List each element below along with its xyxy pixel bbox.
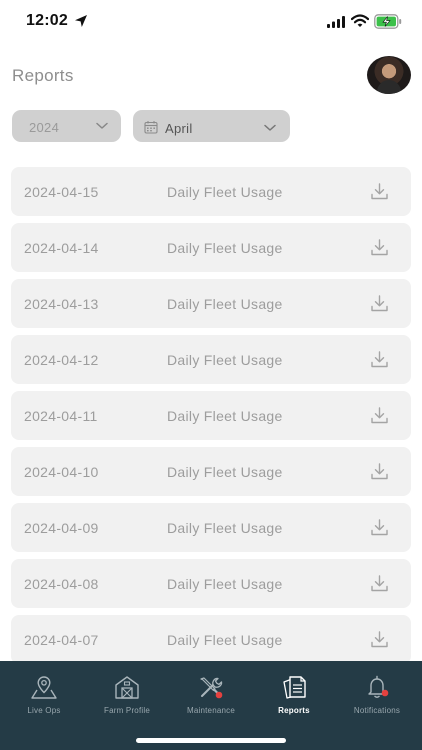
documents-icon <box>283 676 306 699</box>
report-row[interactable]: 2024-04-15 Daily Fleet Usage <box>11 167 411 216</box>
location-arrow-icon <box>75 15 87 27</box>
bell-icon <box>368 675 389 698</box>
report-name: Daily Fleet Usage <box>167 184 283 200</box>
report-row[interactable]: 2024-04-14 Daily Fleet Usage <box>11 223 411 272</box>
nav-label: Notifications <box>353 706 401 715</box>
download-icon[interactable] <box>370 630 389 649</box>
report-date: 2024-04-15 <box>24 184 99 200</box>
report-date: 2024-04-08 <box>24 576 99 592</box>
report-list[interactable]: 2024-04-15 Daily Fleet Usage 2024-04-14 … <box>11 167 411 661</box>
report-name: Daily Fleet Usage <box>167 408 283 424</box>
report-name: Daily Fleet Usage <box>167 464 283 480</box>
map-pin-icon <box>31 676 57 699</box>
calendar-icon <box>144 121 158 134</box>
download-icon[interactable] <box>370 574 389 593</box>
report-row[interactable]: 2024-04-12 Daily Fleet Usage <box>11 335 411 384</box>
report-name: Daily Fleet Usage <box>167 296 283 312</box>
month-select[interactable]: April <box>133 110 290 142</box>
report-date: 2024-04-07 <box>24 632 99 648</box>
wifi-icon <box>351 14 369 27</box>
report-name: Daily Fleet Usage <box>167 520 283 536</box>
cellular-signal-icon <box>327 16 345 28</box>
report-row[interactable]: 2024-04-09 Daily Fleet Usage <box>11 503 411 552</box>
report-date: 2024-04-13 <box>24 296 99 312</box>
nav-item-farm-profile[interactable]: Farm Profile <box>85 674 169 724</box>
report-date: 2024-04-09 <box>24 520 99 536</box>
status-bar: 12:02 <box>0 0 422 44</box>
avatar[interactable] <box>367 56 411 94</box>
nav-label: Farm Profile <box>104 706 150 715</box>
year-select-value: 2024 <box>29 120 60 135</box>
report-name: Daily Fleet Usage <box>167 632 283 648</box>
report-name: Daily Fleet Usage <box>167 240 283 256</box>
page-title: Reports <box>12 66 74 85</box>
report-row[interactable]: 2024-04-11 Daily Fleet Usage <box>11 391 411 440</box>
report-date: 2024-04-12 <box>24 352 99 368</box>
nav-item-live-ops[interactable]: Live Ops <box>2 674 86 724</box>
report-row[interactable]: 2024-04-08 Daily Fleet Usage <box>11 559 411 608</box>
download-icon[interactable] <box>370 406 389 425</box>
report-row[interactable]: 2024-04-10 Daily Fleet Usage <box>11 447 411 496</box>
year-select[interactable]: 2024 <box>12 110 121 142</box>
battery-charging-icon <box>374 14 402 29</box>
report-date: 2024-04-14 <box>24 240 99 256</box>
month-select-value: April <box>165 121 193 136</box>
report-name: Daily Fleet Usage <box>167 352 283 368</box>
download-icon[interactable] <box>370 294 389 313</box>
download-icon[interactable] <box>370 350 389 369</box>
nav-label: Reports <box>278 706 310 715</box>
report-date: 2024-04-10 <box>24 464 99 480</box>
status-time: 12:02 <box>26 12 68 29</box>
download-icon[interactable] <box>370 462 389 481</box>
bottom-nav: Live Ops Farm Profile Maintenance Report… <box>0 661 422 750</box>
nav-label: Live Ops <box>27 706 61 715</box>
report-date: 2024-04-11 <box>24 408 98 424</box>
report-name: Daily Fleet Usage <box>167 576 283 592</box>
home-indicator <box>136 738 286 743</box>
download-icon[interactable] <box>370 518 389 537</box>
report-row[interactable]: 2024-04-13 Daily Fleet Usage <box>11 279 411 328</box>
nav-item-notifications[interactable]: Notifications <box>335 674 419 724</box>
download-icon[interactable] <box>370 238 389 257</box>
chevron-down-icon <box>96 122 108 129</box>
tools-icon <box>200 677 223 699</box>
nav-label: Maintenance <box>186 706 235 715</box>
chevron-down-icon <box>264 124 276 131</box>
download-icon[interactable] <box>370 182 389 201</box>
barn-icon <box>115 676 139 699</box>
nav-item-maintenance[interactable]: Maintenance <box>169 674 253 724</box>
report-row[interactable]: 2024-04-07 Daily Fleet Usage <box>11 615 411 661</box>
nav-item-reports[interactable]: Reports <box>252 674 336 724</box>
